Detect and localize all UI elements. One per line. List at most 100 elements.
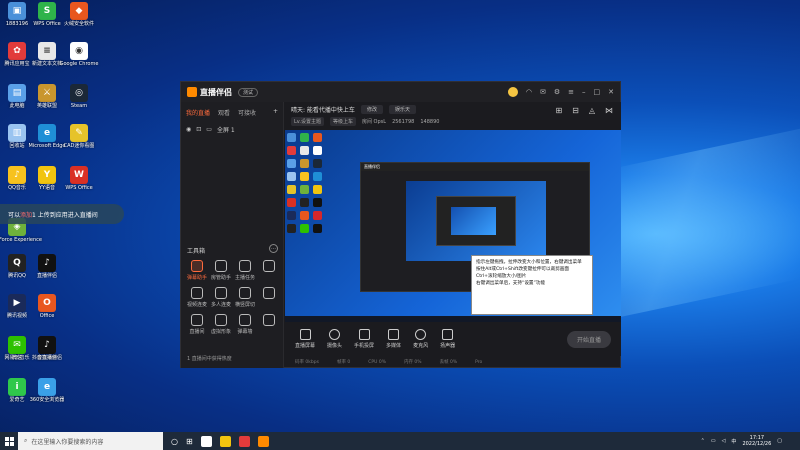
tool-label: 弹幕助手 xyxy=(186,275,207,281)
desktop-icon[interactable]: ♪ QQ音乐 xyxy=(0,166,34,191)
toolbox-item[interactable]: 视频连麦 xyxy=(185,287,209,308)
desktop-icon[interactable]: ▤ 此电脑 xyxy=(0,84,34,109)
toolbox-item[interactable]: 主播任务 xyxy=(233,260,257,281)
tab-receivable[interactable]: 可接收 xyxy=(238,108,256,117)
gift-icon[interactable]: ⊞ xyxy=(555,106,562,115)
ime-icon[interactable]: 中 xyxy=(731,438,736,445)
desktop-icon[interactable]: ▣ 1883196 xyxy=(0,2,34,27)
mail-icon[interactable]: ✉ xyxy=(540,88,546,96)
desktop-icon[interactable]: Q 腾讯QQ xyxy=(0,254,34,279)
toolbox-item[interactable] xyxy=(257,287,281,308)
desktop-icon[interactable]: O Office xyxy=(30,294,64,319)
desktop-icon-label: 抖音直播伴侣 xyxy=(31,355,62,361)
start-live-button[interactable]: 开始直播 xyxy=(566,330,611,348)
tool-icon xyxy=(239,287,251,299)
toolbox-item[interactable]: 虚拟形象 xyxy=(209,314,233,335)
preview-desktop-icon xyxy=(287,211,296,220)
toolbox-item[interactable]: 直播间 xyxy=(185,314,209,335)
maximize-icon[interactable]: □ xyxy=(594,88,601,96)
desktop-icon[interactable]: e Microsoft Edge xyxy=(29,124,65,149)
desktop-icon[interactable]: Y YY语音 xyxy=(30,166,64,191)
tool-label: 多人连麦 xyxy=(210,302,231,308)
taskbar-app-icon[interactable] xyxy=(200,435,212,447)
app-icon: ◉ xyxy=(70,42,88,60)
add-scene-icon[interactable]: + xyxy=(273,108,278,117)
tag-topic[interactable]: Lv.设置主题 xyxy=(291,117,324,126)
desktop-icon[interactable]: e 360安全浏览器 xyxy=(30,378,64,403)
desktop-icon[interactable]: ▶ 腾讯视频 xyxy=(0,294,34,319)
desktop-notice: 可以 添加 1 上传到应用进入直播间 xyxy=(0,204,124,224)
source-tool-button[interactable]: 直播屏幕 xyxy=(295,329,315,349)
preview-desktop-icon xyxy=(287,224,296,233)
app-icon: S xyxy=(38,2,56,20)
source-tool-button[interactable]: 手机投屏 xyxy=(354,329,374,349)
taskbar-app-icon[interactable] xyxy=(219,435,231,447)
task-view-icon[interactable]: ○ xyxy=(171,437,178,446)
version-badge[interactable]: 测试 xyxy=(238,87,259,97)
desktop-icon[interactable]: W WPS Office xyxy=(62,166,96,191)
lock-icon[interactable]: ⊡ xyxy=(196,126,201,133)
gear-icon[interactable]: ⚙ xyxy=(554,88,560,96)
widgets-icon[interactable]: ⊞ xyxy=(186,437,193,446)
user-avatar[interactable] xyxy=(507,87,518,97)
preview-desktop-icon xyxy=(313,146,322,155)
eye-icon[interactable]: ◉ xyxy=(186,126,191,133)
toolbox-item[interactable]: 房管助手 xyxy=(209,260,233,281)
source-tool-button[interactable]: 扬声器 xyxy=(440,329,455,349)
desktop-icon[interactable]: ♪ 抖音直播伴侣 xyxy=(30,336,64,361)
toolbox-item[interactable]: 横竖屏切 xyxy=(233,287,257,308)
tool-label: 房管助手 xyxy=(210,275,231,281)
category-button[interactable]: 娱乐天 xyxy=(388,105,416,114)
source-tool-label: 直播屏幕 xyxy=(295,343,316,349)
left-footer[interactable]: 1 直播间中获得热度 xyxy=(187,355,232,362)
headset-icon[interactable]: ◠ xyxy=(526,88,532,96)
close-icon[interactable]: ✕ xyxy=(608,88,614,96)
source-tool-button[interactable]: 麦克风 xyxy=(413,329,428,349)
source-tool-button[interactable]: 摄像头 xyxy=(327,329,342,349)
taskbar-search[interactable]: ⌕ 在这里输入你要搜索的内容 xyxy=(18,432,163,450)
preview-desktop-icon xyxy=(300,224,309,233)
toolbox-item[interactable]: 弹幕助手 xyxy=(185,260,209,281)
desktop-icon-label: 英雄联盟 xyxy=(36,103,57,109)
source-tool-button[interactable]: 多媒体 xyxy=(386,329,401,349)
desktop-icon[interactable]: ✉ 微信 xyxy=(0,336,34,361)
chevron-up-icon[interactable]: ⌃ xyxy=(701,438,705,444)
scene-row[interactable]: ◉ ⊡ ▭ 全屏 1 xyxy=(181,123,283,136)
desktop-icon[interactable]: ⚔ 英雄联盟 xyxy=(30,84,64,109)
tab-my-live[interactable]: 我的直播 xyxy=(186,108,210,117)
bag-icon[interactable]: ⊟ xyxy=(572,106,579,115)
minimize-icon[interactable]: – xyxy=(582,88,586,96)
bell-icon[interactable]: ◬ xyxy=(589,106,595,115)
toolbox-item[interactable] xyxy=(257,314,281,335)
desktop-icon[interactable]: ✿ 腾讯应用宝 xyxy=(0,42,34,67)
desktop-icon[interactable]: S WPS Office xyxy=(30,2,64,27)
toolbox-item[interactable] xyxy=(257,260,281,281)
taskbar-app-icon[interactable] xyxy=(238,435,250,447)
desktop-icon[interactable]: ◉ Google Chrome xyxy=(60,42,98,67)
start-button[interactable] xyxy=(0,432,18,450)
more-icon[interactable]: … xyxy=(269,244,278,253)
menu-icon[interactable]: ≡ xyxy=(568,88,574,96)
preview-desktop-icon xyxy=(300,133,309,142)
source-tool-label: 扬声器 xyxy=(440,343,456,349)
tab-watch[interactable]: 观看 xyxy=(218,108,230,117)
edit-title-button[interactable]: 修改 xyxy=(360,105,383,114)
desktop-icon[interactable]: ◎ Steam xyxy=(62,84,96,109)
taskbar-clock[interactable]: 17:17 2022/12/26 xyxy=(742,435,771,447)
desktop-icon[interactable]: ✎ CAD迷你看图 xyxy=(62,124,96,149)
toolbox-item[interactable]: 多人连麦 xyxy=(209,287,233,308)
toolbox-item[interactable]: 弹幕墙 xyxy=(233,314,257,335)
taskbar-app-icon[interactable] xyxy=(257,435,269,447)
preview-desktop-icons xyxy=(287,133,327,233)
share-icon[interactable]: ⋈ xyxy=(605,106,613,115)
tag-level[interactable]: 等级上车 xyxy=(329,117,356,126)
desktop-icon[interactable]: ◆ 火绒安全软件 xyxy=(62,2,96,27)
notification-icon[interactable]: ▢ xyxy=(777,438,782,444)
preview-desktop-icon xyxy=(313,224,322,233)
network-icon[interactable]: ▭ xyxy=(711,438,716,444)
desktop-icon[interactable]: ♪ 直播伴侣 xyxy=(30,254,64,279)
volume-icon[interactable]: ◁ xyxy=(722,438,726,444)
app-icon: ✿ xyxy=(8,42,26,60)
nested-preview-3 xyxy=(451,207,496,235)
desktop-icon-label: Steam xyxy=(70,103,88,109)
